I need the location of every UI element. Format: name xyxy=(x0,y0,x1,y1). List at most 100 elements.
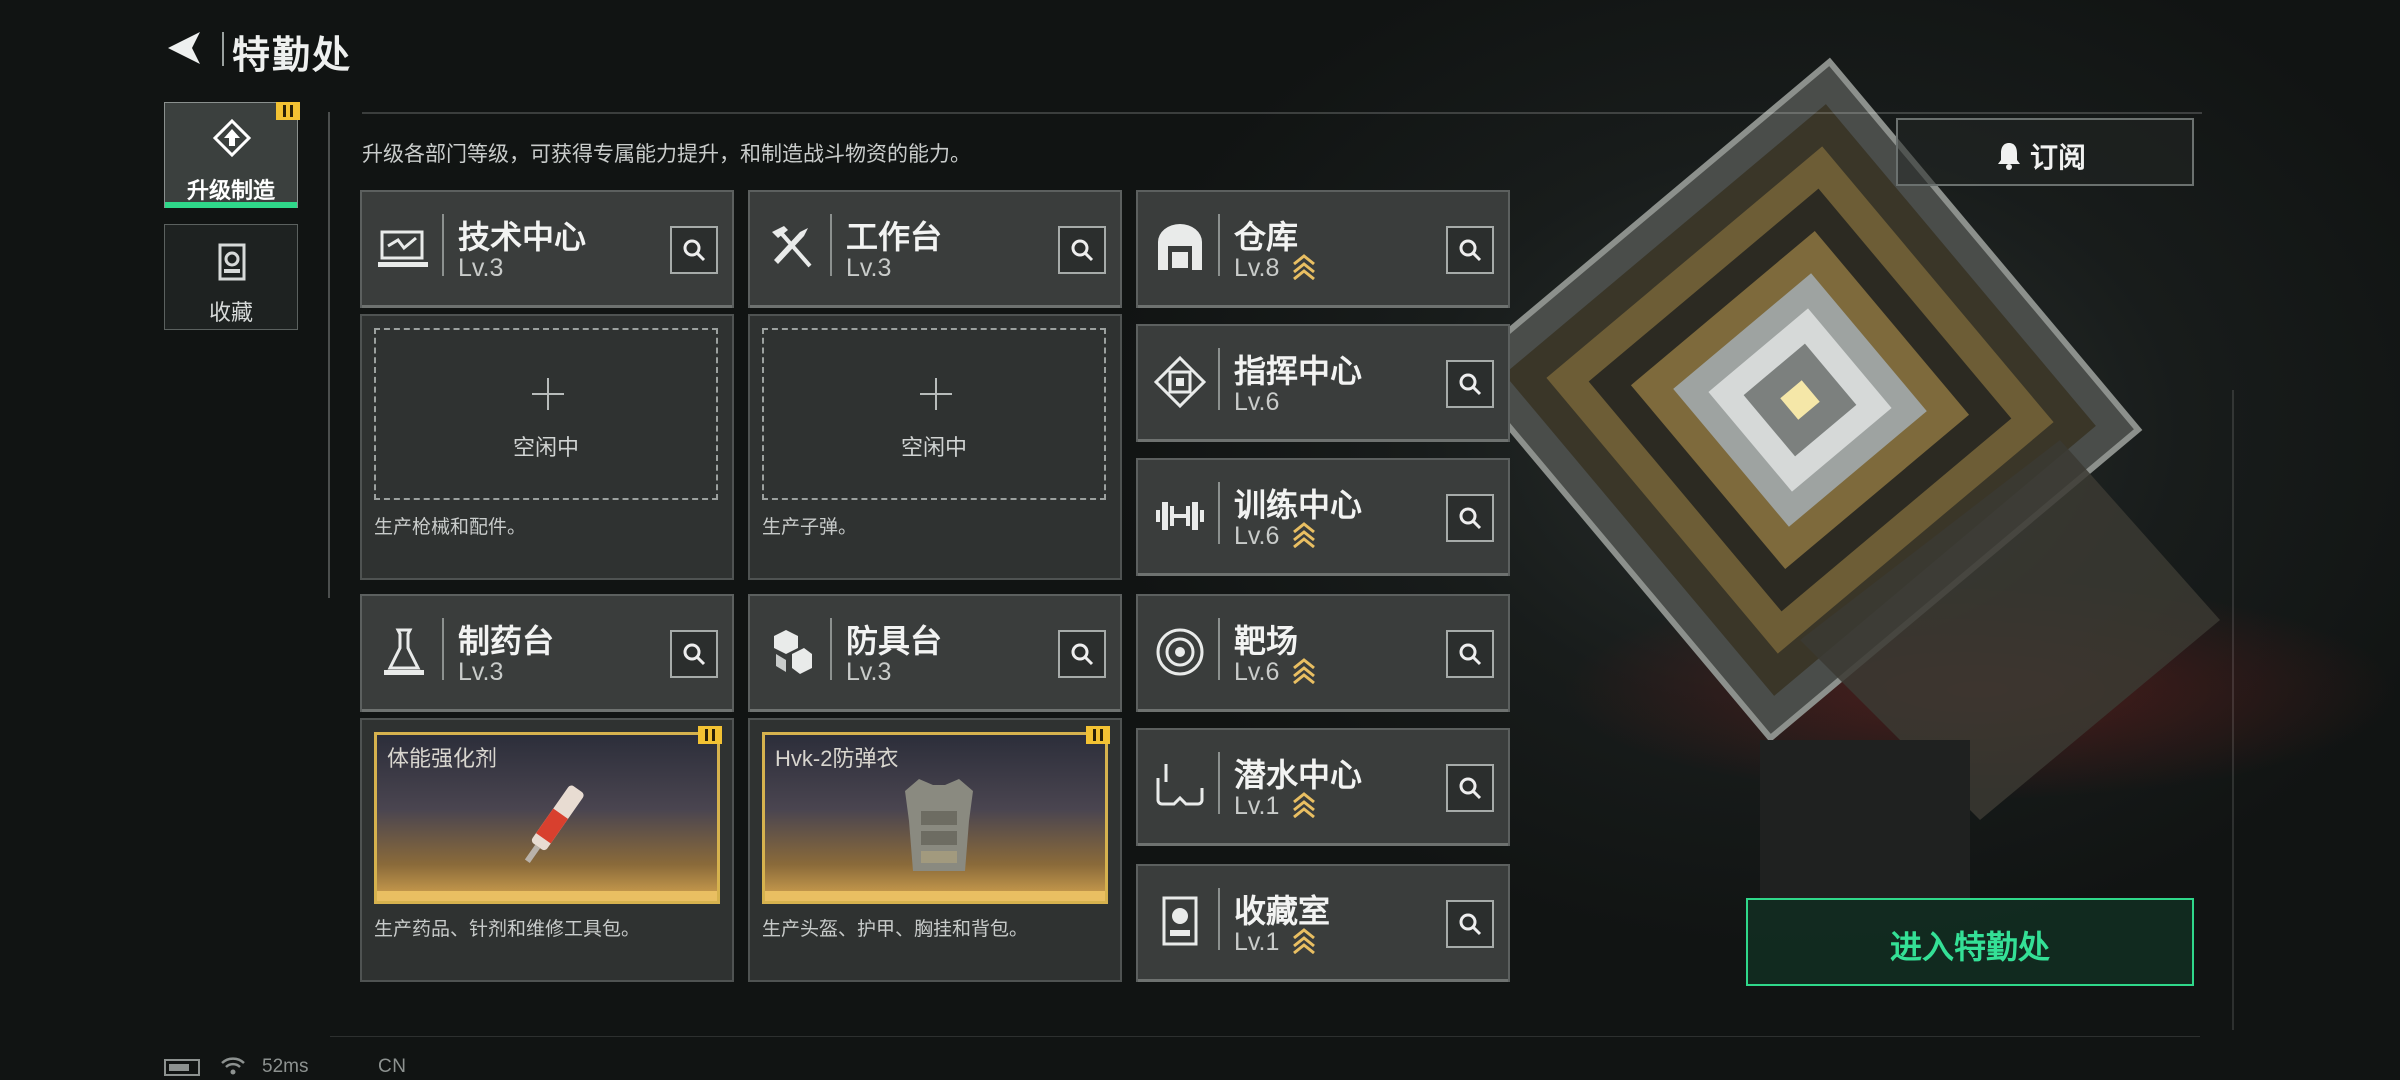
upgrade-arrow-icon xyxy=(1293,522,1315,548)
production-description: 生产药品、针剂和维修工具包。 xyxy=(374,919,641,940)
dept-level: Lv.6 xyxy=(1234,522,1280,550)
search-button[interactable] xyxy=(1446,764,1494,812)
production-slot-armor-bench[interactable]: Hvk-2防弹衣 生产头盔、护甲、胸挂和背包。 xyxy=(748,718,1122,982)
dept-card-training-center[interactable]: 训练中心 Lv.6 xyxy=(1136,458,1510,576)
search-icon xyxy=(683,239,706,262)
dept-card-tech-center[interactable]: 技术中心 Lv.3 xyxy=(360,190,734,308)
search-button[interactable] xyxy=(1446,630,1494,678)
dept-level: Lv.8 xyxy=(1234,254,1280,282)
syringe-icon xyxy=(524,785,584,863)
collection-icon xyxy=(218,243,246,281)
side-tab-label: 升级制造 xyxy=(186,178,275,203)
dept-card-workbench[interactable]: 工作台 Lv.3 xyxy=(748,190,1122,308)
search-button[interactable] xyxy=(1058,226,1106,274)
upgrade-arrow-icon xyxy=(1293,254,1315,280)
upgrade-arrow-icon xyxy=(1293,658,1315,684)
notification-badge xyxy=(1086,726,1110,744)
search-icon xyxy=(1459,777,1482,800)
dept-level: Lv.1 xyxy=(1234,792,1280,820)
card-separator xyxy=(1218,214,1220,276)
dept-name: 技术中心 xyxy=(458,219,587,255)
production-description: 生产枪械和配件。 xyxy=(374,517,527,538)
card-separator xyxy=(1218,752,1220,814)
card-separator xyxy=(830,214,832,276)
active-indicator xyxy=(165,202,297,208)
side-tab-collection[interactable]: 收藏 xyxy=(164,224,298,330)
search-button[interactable] xyxy=(1446,900,1494,948)
search-button[interactable] xyxy=(1058,630,1106,678)
dept-level: Lv.3 xyxy=(846,658,892,686)
card-separator xyxy=(830,618,832,680)
side-tab-label: 收藏 xyxy=(208,300,253,325)
product-name: 体能强化剂 xyxy=(387,746,498,771)
enter-button-label: 进入特勤处 xyxy=(1889,929,2050,965)
dept-name: 工作台 xyxy=(846,219,943,255)
product-card[interactable]: Hvk-2防弹衣 xyxy=(762,732,1108,904)
production-description: 生产头盔、护甲、胸挂和背包。 xyxy=(762,919,1029,940)
back-arrow-icon[interactable] xyxy=(162,26,206,70)
dept-card-command-center[interactable]: 指挥中心 Lv.6 xyxy=(1136,324,1510,442)
product-name: Hvk-2防弹衣 xyxy=(775,746,899,771)
workbench-icon xyxy=(772,226,812,268)
idle-status: 空闲中 xyxy=(900,435,967,460)
idle-status: 空闲中 xyxy=(512,435,579,460)
dept-card-warehouse[interactable]: 仓库 Lv.8 xyxy=(1136,190,1510,308)
idle-slot[interactable]: 空闲中 xyxy=(374,328,718,500)
product-highlight-bar xyxy=(377,891,717,901)
product-card[interactable]: 体能强化剂 xyxy=(374,732,720,904)
dept-card-collection-room[interactable]: 收藏室 Lv.1 xyxy=(1136,864,1510,982)
dept-level: Lv.1 xyxy=(1234,928,1280,956)
subscribe-button[interactable]: 订阅 xyxy=(1896,118,2194,186)
search-icon xyxy=(1459,643,1482,666)
upgrade-arrow-icon xyxy=(1293,928,1315,954)
dept-name: 指挥中心 xyxy=(1234,353,1363,389)
dept-level: Lv.6 xyxy=(1234,388,1280,416)
plus-icon xyxy=(532,378,564,410)
armor-bench-icon xyxy=(774,630,812,674)
card-separator xyxy=(442,618,444,680)
card-separator xyxy=(1218,348,1220,410)
shooting-range-icon xyxy=(1156,628,1204,676)
dept-level: Lv.3 xyxy=(458,658,504,686)
diving-center-icon xyxy=(1156,764,1204,806)
training-center-icon xyxy=(1156,502,1204,530)
search-button[interactable] xyxy=(670,226,718,274)
production-slot-pharmacy[interactable]: 体能强化剂 生产药品、针剂和维修工具包。 xyxy=(360,718,734,982)
notification-badge xyxy=(698,726,722,744)
card-separator xyxy=(1218,618,1220,680)
dept-name: 防具台 xyxy=(846,623,943,659)
production-slot-tech-center[interactable]: 空闲中 生产枪械和配件。 xyxy=(360,314,734,580)
idle-slot[interactable]: 空闲中 xyxy=(762,328,1106,500)
command-center-icon xyxy=(1153,355,1207,409)
search-icon xyxy=(1459,913,1482,936)
search-button[interactable] xyxy=(1446,494,1494,542)
card-separator xyxy=(442,214,444,276)
dept-card-shooting-range[interactable]: 靶场 Lv.6 xyxy=(1136,594,1510,712)
search-icon xyxy=(1459,373,1482,396)
dept-card-diving-center[interactable]: 潜水中心 Lv.1 xyxy=(1136,728,1510,846)
search-button[interactable] xyxy=(1446,226,1494,274)
battery-icon xyxy=(164,1059,200,1076)
search-button[interactable] xyxy=(670,630,718,678)
page-description: 升级各部门等级，可获得专属能力提升，和制造战斗物资的能力。 xyxy=(362,143,971,166)
ping-value: 52ms xyxy=(262,1056,309,1077)
user-uid: CN UID:183547091234728840392_20260604105… xyxy=(378,1056,794,1080)
enter-headquarters-button[interactable]: 进入特勤处 xyxy=(1746,898,2194,986)
search-icon xyxy=(1459,507,1482,530)
dept-level: Lv.6 xyxy=(1234,658,1280,686)
dept-card-pharmacy[interactable]: 制药台 Lv.3 xyxy=(360,594,734,712)
wifi-icon xyxy=(221,1057,245,1075)
search-button[interactable] xyxy=(1446,360,1494,408)
dept-card-armor-bench[interactable]: 防具台 Lv.3 xyxy=(748,594,1122,712)
collection-room-icon xyxy=(1162,896,1198,946)
dept-level: Lv.3 xyxy=(846,254,892,282)
production-slot-workbench[interactable]: 空闲中 生产子弹。 xyxy=(748,314,1122,580)
production-description: 生产子弹。 xyxy=(762,517,858,538)
upgrade-arrow-icon xyxy=(1293,792,1315,818)
search-icon xyxy=(1459,239,1482,262)
dept-name: 仓库 xyxy=(1234,219,1299,255)
header-separator xyxy=(222,32,224,66)
deco-line xyxy=(2232,390,2234,1030)
tech-center-icon xyxy=(378,230,428,267)
divider xyxy=(328,112,330,598)
